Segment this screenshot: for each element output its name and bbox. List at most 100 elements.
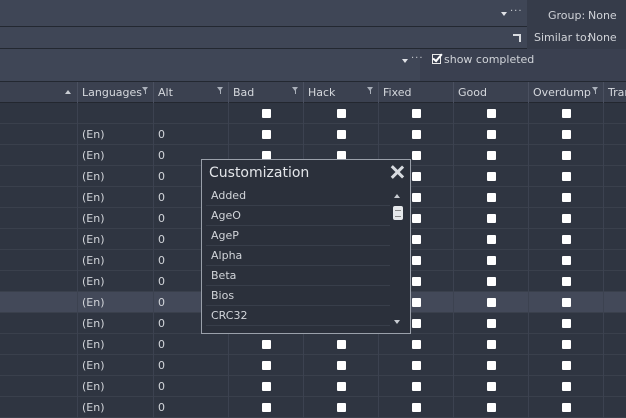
list-item[interactable]: CRC32 (206, 306, 390, 326)
row-checkbox[interactable] (487, 319, 496, 328)
list-item[interactable]: Beta (206, 266, 390, 286)
row-checkbox[interactable] (562, 130, 571, 139)
row-checkbox[interactable] (412, 319, 421, 328)
row-checkbox[interactable] (412, 193, 421, 202)
header-overdump[interactable]: Overdump (529, 82, 604, 103)
row-checkbox[interactable] (487, 361, 496, 370)
list-item[interactable]: AgeO (206, 206, 390, 226)
row-checkbox[interactable] (487, 298, 496, 307)
row-checkbox[interactable] (262, 361, 271, 370)
list-item[interactable]: Added (206, 186, 390, 206)
row-checkbox[interactable] (487, 130, 496, 139)
row-checkbox[interactable] (412, 340, 421, 349)
toolbar-row-1-field[interactable] (0, 0, 527, 26)
row-checkbox[interactable] (337, 382, 346, 391)
header-bad[interactable]: Bad (229, 82, 304, 103)
header-tran[interactable]: Tran (604, 82, 626, 103)
row-checkbox[interactable] (487, 193, 496, 202)
list-item[interactable]: AgeP (206, 226, 390, 246)
row-checkbox[interactable] (487, 172, 496, 181)
close-icon[interactable] (389, 164, 405, 180)
row-checkbox[interactable] (562, 172, 571, 181)
row-checkbox[interactable] (487, 214, 496, 223)
row-checkbox[interactable] (487, 340, 496, 349)
row-checkbox[interactable] (412, 172, 421, 181)
row-checkbox[interactable] (487, 235, 496, 244)
row-checkbox[interactable] (412, 109, 421, 118)
row-checkbox[interactable] (562, 151, 571, 160)
row-checkbox[interactable] (562, 256, 571, 265)
table-row[interactable] (0, 103, 626, 124)
more-icon[interactable]: ··· (510, 6, 523, 17)
row-checkbox[interactable] (412, 382, 421, 391)
row-checkbox[interactable] (412, 277, 421, 286)
row-checkbox[interactable] (412, 130, 421, 139)
row-checkbox[interactable] (562, 319, 571, 328)
row-checkbox[interactable] (562, 193, 571, 202)
row-checkbox[interactable] (337, 361, 346, 370)
chevron-down-icon[interactable] (402, 59, 408, 63)
row-checkbox[interactable] (487, 382, 496, 391)
filter-icon[interactable] (592, 87, 599, 94)
scroll-up-icon[interactable] (394, 194, 400, 198)
row-checkbox[interactable] (412, 256, 421, 265)
table-row[interactable]: (En) 0 (0, 334, 626, 355)
row-checkbox[interactable] (487, 151, 496, 160)
table-row[interactable]: (En) 0 (0, 376, 626, 397)
row-checkbox[interactable] (337, 109, 346, 118)
row-checkbox[interactable] (562, 361, 571, 370)
row-checkbox[interactable] (412, 151, 421, 160)
more-icon[interactable]: ··· (411, 53, 424, 64)
row-checkbox[interactable] (337, 403, 346, 412)
group-select[interactable]: None (588, 9, 617, 22)
scrollbar[interactable] (391, 186, 405, 329)
scroll-thumb[interactable] (393, 206, 403, 220)
row-checkbox[interactable] (262, 382, 271, 391)
row-checkbox[interactable] (562, 109, 571, 118)
row-checkbox[interactable] (562, 235, 571, 244)
header-fixed[interactable]: Fixed (379, 82, 454, 103)
row-checkbox[interactable] (412, 361, 421, 370)
row-checkbox[interactable] (562, 403, 571, 412)
header-languages[interactable]: Languages (78, 82, 154, 103)
row-checkbox[interactable] (412, 235, 421, 244)
row-checkbox[interactable] (262, 340, 271, 349)
toolbar-row-2-field[interactable] (0, 27, 527, 48)
filter-icon[interactable] (292, 87, 299, 94)
row-checkbox[interactable] (337, 130, 346, 139)
row-checkbox[interactable] (262, 130, 271, 139)
table-row[interactable]: (En) 0 (0, 355, 626, 376)
row-checkbox[interactable] (562, 277, 571, 286)
search-field[interactable] (0, 49, 420, 81)
header-good[interactable]: Good (454, 82, 529, 103)
show-completed-checkbox[interactable]: show completed (432, 53, 534, 66)
row-checkbox[interactable] (562, 298, 571, 307)
row-checkbox[interactable] (487, 109, 496, 118)
row-checkbox[interactable] (487, 403, 496, 412)
row-checkbox[interactable] (487, 256, 496, 265)
filter-icon[interactable] (217, 87, 224, 94)
row-checkbox[interactable] (262, 109, 271, 118)
row-checkbox[interactable] (487, 277, 496, 286)
scroll-down-icon[interactable] (394, 320, 400, 324)
row-checkbox[interactable] (412, 298, 421, 307)
chevron-down-icon[interactable] (501, 12, 507, 16)
filter-icon[interactable] (367, 87, 374, 94)
filter-icon[interactable] (142, 87, 149, 94)
row-checkbox[interactable] (412, 403, 421, 412)
header-hack[interactable]: Hack (304, 82, 379, 103)
table-row[interactable]: (En) 0 (0, 124, 626, 145)
row-checkbox[interactable] (562, 382, 571, 391)
row-checkbox[interactable] (262, 403, 271, 412)
similar-to-select[interactable]: None (588, 31, 617, 44)
header-alt[interactable]: Alt (154, 82, 229, 103)
row-checkbox[interactable] (562, 340, 571, 349)
table-row[interactable]: (En) 0 (0, 397, 626, 418)
list-item[interactable]: Alpha (206, 246, 390, 266)
header-name-column[interactable] (0, 82, 78, 103)
row-checkbox[interactable] (562, 214, 571, 223)
row-checkbox[interactable] (337, 340, 346, 349)
list-item[interactable]: Bios (206, 286, 390, 306)
link-arrow-icon[interactable] (513, 34, 521, 42)
row-checkbox[interactable] (412, 214, 421, 223)
